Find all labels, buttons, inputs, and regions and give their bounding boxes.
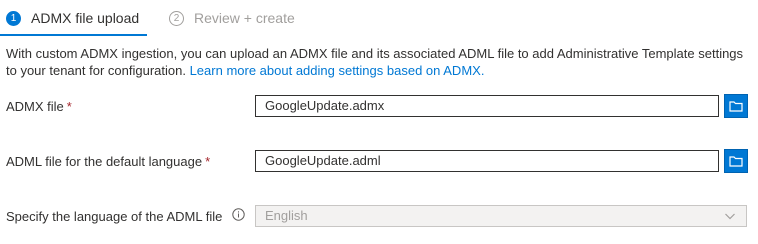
folder-icon (729, 156, 743, 167)
step-number-badge: 1 (6, 10, 21, 26)
language-label: Specify the language of the ADML file (6, 209, 223, 224)
language-dropdown[interactable]: English (255, 205, 747, 227)
admx-label-text: ADMX file (6, 99, 64, 114)
adml-browse-button[interactable] (724, 149, 748, 173)
step-label: ADMX file upload (31, 10, 140, 26)
required-indicator: * (205, 154, 211, 169)
required-indicator: * (66, 99, 72, 114)
info-icon[interactable] (232, 208, 245, 224)
tab-review-create[interactable]: 2 Review + create (169, 0, 295, 36)
learn-more-link[interactable]: Learn more about adding settings based o… (190, 63, 485, 78)
language-value: English (265, 208, 308, 223)
chevron-down-icon (725, 213, 735, 220)
adml-file-label: ADML file for the default language * (6, 154, 210, 169)
tab-admx-file-upload[interactable]: 1 ADMX file upload (6, 0, 139, 36)
admx-browse-button[interactable] (724, 94, 748, 118)
step-label: Review + create (194, 10, 295, 26)
admx-file-input[interactable]: GoogleUpdate.admx (255, 95, 719, 117)
wizard-steps: 1 ADMX file upload 2 Review + create (0, 0, 758, 36)
adml-file-input[interactable]: GoogleUpdate.adml (255, 150, 719, 172)
step-number-badge: 2 (169, 10, 184, 26)
folder-icon (729, 101, 743, 112)
description: With custom ADMX ingestion, you can uplo… (6, 45, 746, 79)
active-tab-indicator (0, 34, 147, 36)
adml-label-text: ADML file for the default language (6, 154, 203, 169)
admx-file-label: ADMX file * (6, 99, 72, 114)
